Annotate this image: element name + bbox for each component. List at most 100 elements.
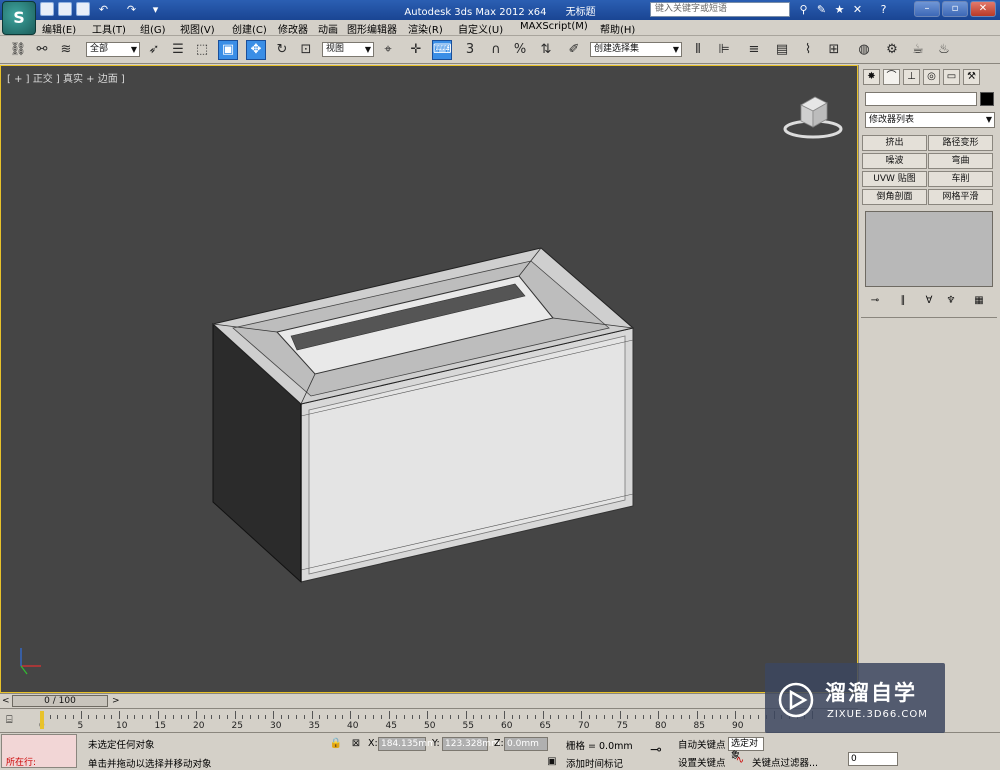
current-frame-field[interactable]: 0 bbox=[848, 752, 898, 766]
object-color-swatch[interactable] bbox=[980, 92, 994, 106]
snaps-toggle-icon[interactable]: 3 bbox=[460, 40, 480, 60]
maxscript-listener-mini[interactable]: 所在行: bbox=[1, 734, 77, 768]
x-coordinate-field[interactable]: 184.135mm bbox=[378, 737, 436, 751]
app-logo-button[interactable]: S bbox=[2, 1, 36, 35]
bevel-profile-button[interactable]: 倒角剖面 bbox=[862, 189, 927, 205]
save-file-icon[interactable] bbox=[76, 2, 90, 16]
key-filters-button[interactable]: 关键点过滤器... bbox=[752, 755, 818, 769]
open-file-icon[interactable] bbox=[58, 2, 72, 16]
close-search-icon[interactable]: ✕ bbox=[850, 2, 865, 17]
remove-modifier-icon[interactable]: ♆ bbox=[943, 294, 959, 308]
help-search-input[interactable]: 键入关键字或短语 bbox=[650, 2, 790, 17]
modifier-stack-view[interactable] bbox=[865, 211, 993, 287]
utilities-tab-icon[interactable]: ⚒ bbox=[963, 69, 980, 85]
rect-selection-icon[interactable]: ⬚ bbox=[192, 40, 212, 60]
selection-lock-icon[interactable]: 🔒 bbox=[328, 737, 344, 751]
meshsmooth-button[interactable]: 网格平滑 bbox=[928, 189, 993, 205]
bind-space-warp-icon[interactable]: ≋ bbox=[56, 40, 76, 60]
y-coordinate-field[interactable]: 123.328mm bbox=[442, 737, 500, 751]
graphite-tools-icon[interactable]: ▤ bbox=[772, 40, 792, 60]
z-coordinate-field[interactable]: 0.0mm bbox=[504, 737, 548, 751]
select-move-icon[interactable]: ✥ bbox=[246, 40, 266, 60]
redo-icon[interactable]: ↷ bbox=[124, 2, 139, 17]
material-editor-icon[interactable]: ◍ bbox=[854, 40, 874, 60]
menu-animation[interactable]: 动画 bbox=[318, 21, 338, 36]
binoculars-icon[interactable]: ⚲ bbox=[796, 2, 811, 17]
motion-tab-icon[interactable]: ◎ bbox=[923, 69, 940, 85]
select-by-name-icon[interactable]: ☰ bbox=[168, 40, 188, 60]
menu-rendering[interactable]: 渲染(R) bbox=[408, 21, 443, 36]
help-icon[interactable]: ? bbox=[876, 2, 891, 17]
time-slider[interactable]: < 0 / 100 > bbox=[0, 693, 858, 708]
auto-key-label[interactable]: 自动关键点 bbox=[678, 737, 726, 751]
key-filter-icon[interactable]: ∿ bbox=[732, 754, 748, 768]
absolute-mode-icon[interactable]: ⊠ bbox=[348, 737, 364, 751]
box-object[interactable] bbox=[1, 66, 857, 692]
pivot-center-icon[interactable]: ⌖ bbox=[378, 40, 398, 60]
menu-maxscript[interactable]: MAXScript(M) bbox=[520, 21, 588, 32]
menu-graph-editors[interactable]: 图形编辑器 bbox=[347, 21, 397, 36]
select-scale-icon[interactable]: ⊡ bbox=[296, 40, 316, 60]
angle-snap-icon[interactable]: ∩ bbox=[486, 40, 506, 60]
edit-named-selection-icon[interactable]: ✐ bbox=[564, 40, 584, 60]
tools-icon[interactable]: ✎ bbox=[814, 2, 829, 17]
time-tag-icon[interactable]: ▣ bbox=[544, 755, 560, 769]
display-tab-icon[interactable]: ▭ bbox=[943, 69, 960, 85]
select-rotate-icon[interactable]: ↻ bbox=[272, 40, 292, 60]
render-setup-icon[interactable]: ⚙ bbox=[882, 40, 902, 60]
set-key-label[interactable]: 设置关键点 bbox=[678, 755, 726, 769]
perspective-viewport[interactable]: [ + ] 正交 ] 真实 + 边面 ] bbox=[0, 65, 858, 693]
menu-modifiers[interactable]: 修改器 bbox=[278, 21, 308, 36]
uvw-map-button[interactable]: UVW 贴图 bbox=[862, 171, 927, 187]
mirror-icon[interactable]: ⫴ bbox=[688, 40, 708, 60]
add-time-tag[interactable]: 添加时间标记 bbox=[566, 756, 623, 770]
hierarchy-tab-icon[interactable]: ⊥ bbox=[903, 69, 920, 85]
extrude-button[interactable]: 挤出 bbox=[862, 135, 927, 151]
window-crossing-icon[interactable]: ▣ bbox=[218, 40, 238, 60]
menu-views[interactable]: 视图(V) bbox=[180, 21, 215, 36]
lathe-button[interactable]: 车削 bbox=[928, 171, 993, 187]
keyboard-shortcut-override-icon[interactable]: ⌨ bbox=[432, 40, 452, 60]
render-production-icon[interactable]: ♨ bbox=[934, 40, 954, 60]
prev-frame-icon[interactable]: < bbox=[2, 696, 10, 706]
schematic-view-icon[interactable]: ⊞ bbox=[824, 40, 844, 60]
undo-icon[interactable]: ↶ bbox=[96, 2, 111, 17]
named-selection-select[interactable]: 创建选择集 ▼ bbox=[590, 42, 682, 57]
unlink-icon[interactable]: ⚯ bbox=[32, 40, 52, 60]
minimize-button[interactable]: – bbox=[914, 1, 940, 17]
reference-coord-select[interactable]: 视图 ▼ bbox=[322, 42, 374, 57]
bend-button[interactable]: 弯曲 bbox=[928, 153, 993, 169]
show-end-result-icon[interactable]: ∥ bbox=[895, 294, 911, 308]
set-key-icon[interactable]: ⊸ bbox=[648, 743, 664, 757]
align-icon[interactable]: ⊫ bbox=[714, 40, 734, 60]
select-object-icon[interactable]: ➶ bbox=[144, 40, 164, 60]
auto-key-mode-select[interactable]: 选定对象 bbox=[728, 737, 764, 761]
star-icon[interactable]: ★ bbox=[832, 2, 847, 17]
track-bar[interactable]: ⌸ 051015202530354045505560657075808590 bbox=[0, 708, 858, 732]
menu-group[interactable]: 组(G) bbox=[140, 21, 166, 36]
rendered-frame-icon[interactable]: ☕ bbox=[908, 40, 928, 60]
percent-snap-icon[interactable]: % bbox=[510, 40, 530, 60]
selection-filter-select[interactable]: 全部 ▼ bbox=[86, 42, 140, 57]
modifier-list-select[interactable]: 修改器列表 ▼ bbox=[865, 112, 995, 128]
viewcube-icon[interactable] bbox=[781, 91, 845, 141]
make-unique-icon[interactable]: ∀ bbox=[921, 294, 937, 308]
next-frame-icon[interactable]: > bbox=[112, 696, 120, 706]
path-deform-button[interactable]: 路径变形 bbox=[928, 135, 993, 151]
object-name-field[interactable] bbox=[865, 92, 977, 106]
curve-editor-icon[interactable]: ⌇ bbox=[798, 40, 818, 60]
pin-stack-icon[interactable]: ⊸ bbox=[867, 294, 883, 308]
create-tab-icon[interactable]: ✸ bbox=[863, 69, 880, 85]
layer-manager-icon[interactable]: ≡ bbox=[744, 40, 764, 60]
modify-tab-icon[interactable]: ⌒ bbox=[883, 69, 900, 85]
menu-customize[interactable]: 自定义(U) bbox=[458, 21, 503, 36]
maximize-button[interactable]: ▫ bbox=[942, 1, 968, 17]
quick-access-dropdown-icon[interactable]: ▾ bbox=[148, 2, 163, 17]
menu-help[interactable]: 帮助(H) bbox=[600, 21, 635, 36]
select-manipulate-icon[interactable]: ✛ bbox=[406, 40, 426, 60]
configure-modifier-sets-icon[interactable]: ▦ bbox=[971, 294, 987, 308]
link-icon[interactable]: ⛓ bbox=[8, 40, 28, 60]
spinner-snap-icon[interactable]: ⇅ bbox=[536, 40, 556, 60]
noise-button[interactable]: 噪波 bbox=[862, 153, 927, 169]
menu-create[interactable]: 创建(C) bbox=[232, 21, 267, 36]
